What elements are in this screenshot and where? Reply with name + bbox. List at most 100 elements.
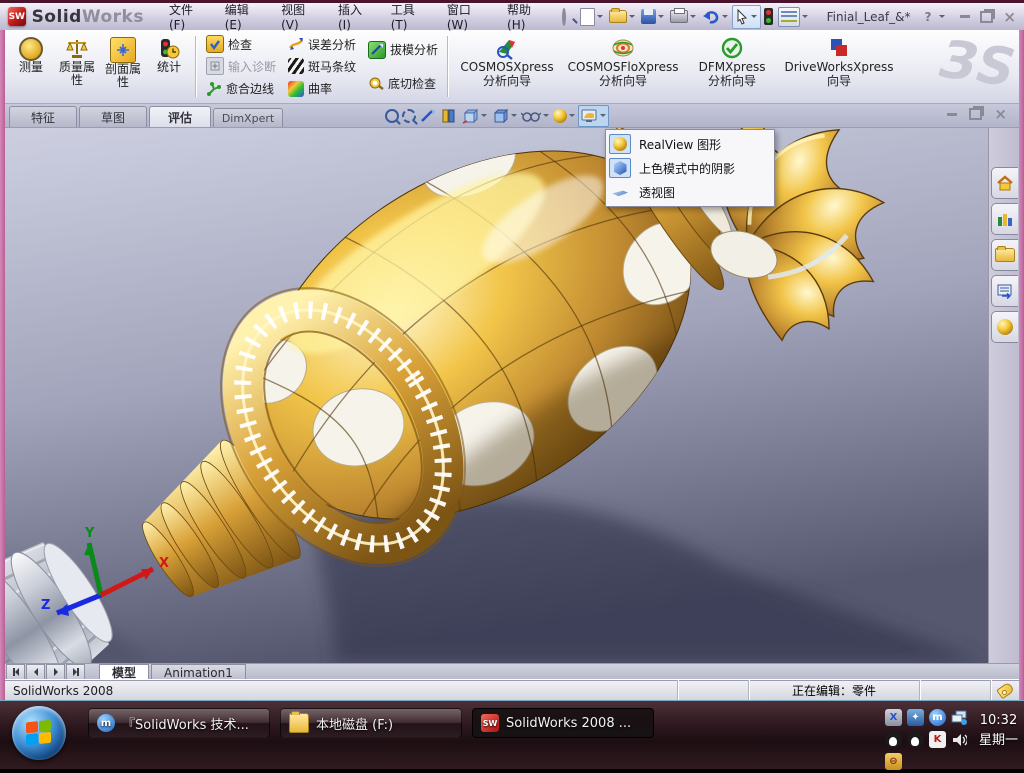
zoom-fit-icon[interactable] <box>384 106 400 126</box>
check-button[interactable]: 检查 <box>202 33 280 55</box>
editing-mode-label: 正在编辑：零件 <box>748 680 919 701</box>
rebuild-icon[interactable] <box>762 6 775 28</box>
doc-minimize-button[interactable] <box>947 113 957 116</box>
resources-home-icon[interactable] <box>991 167 1018 199</box>
status-spacer <box>677 680 748 701</box>
doc-close-button[interactable]: × <box>994 109 1007 119</box>
brand-solid: Solid <box>32 7 82 27</box>
minimize-button[interactable] <box>960 15 970 18</box>
sheet-tab-bar: 模型 Animation1 <box>5 663 1019 680</box>
statistics-icon <box>157 37 181 61</box>
volume-icon[interactable] <box>951 731 968 748</box>
tab-features[interactable]: 特征 <box>9 106 77 127</box>
dfmxpress-button[interactable]: DFMXpress 分析向导 <box>684 32 780 101</box>
last-sheet-button[interactable] <box>66 664 85 680</box>
network-icon[interactable] <box>951 709 968 726</box>
view-previous-icon[interactable] <box>418 106 438 126</box>
section-view-icon[interactable] <box>439 106 459 126</box>
start-button[interactable] <box>12 706 66 760</box>
cosmosxpress-button[interactable]: COSMOSXpress 分析向导 <box>452 32 562 101</box>
zoom-area-icon[interactable] <box>401 106 417 126</box>
maxthon-icon[interactable]: m <box>929 709 946 726</box>
design-library-icon[interactable] <box>991 203 1018 235</box>
realview-appearances-icon[interactable] <box>991 311 1018 343</box>
view-orientation-icon[interactable] <box>460 106 489 126</box>
system-tray: X ✦ m K ⊖ 10:32 星期一 <box>885 705 1018 773</box>
prev-sheet-button[interactable] <box>26 664 45 680</box>
brand-works: Works <box>82 7 144 27</box>
doc-restore-button[interactable] <box>969 108 982 120</box>
menu-help[interactable]: 帮助(H) <box>498 0 554 35</box>
file-explorer-icon[interactable] <box>991 239 1018 271</box>
menu-insert[interactable]: 插入(I) <box>329 0 380 35</box>
xunlei-icon[interactable]: X <box>885 709 902 726</box>
tag-button[interactable] <box>990 680 1019 701</box>
tab-dimxpert[interactable]: DimXpert <box>213 108 283 127</box>
appearances-icon[interactable] <box>552 106 577 126</box>
print-icon[interactable] <box>668 6 699 28</box>
first-sheet-button[interactable] <box>6 664 25 680</box>
menu-item-perspective[interactable]: 透视图 <box>606 180 774 204</box>
help-button[interactable]: ? <box>924 10 931 24</box>
svg-text:X: X <box>159 556 169 571</box>
menu-view[interactable]: 视图(V) <box>272 0 327 35</box>
taskbar-solidworks-button[interactable]: SW SolidWorks 2008 ... <box>472 708 654 738</box>
zebra-stripes-button[interactable]: 斑马条纹 <box>284 55 360 77</box>
section-properties-button[interactable]: 剖面属性 <box>100 32 146 101</box>
statistics-button[interactable]: 统计 <box>146 32 192 101</box>
solidworks-task-icon: SW <box>481 714 499 732</box>
deviation-analysis-button[interactable]: 误差分析 <box>284 33 360 55</box>
menu-file[interactable]: 文件(F) <box>160 0 214 35</box>
options-icon[interactable] <box>776 6 811 28</box>
solidworks-logo-icon: SW <box>8 7 26 26</box>
menu-edit[interactable]: 编辑(E) <box>216 0 270 35</box>
save-icon[interactable] <box>639 6 667 28</box>
menu-item-shadows-in-shaded-mode[interactable]: 上色模式中的阴影 <box>606 156 774 180</box>
graphics-viewport[interactable]: Y X Z RealView 图形 上色模式中的阴影 透视图 <box>5 127 988 663</box>
mass-properties-icon <box>65 37 89 61</box>
scanner-icon[interactable]: ⊖ <box>885 753 902 770</box>
undo-icon[interactable] <box>700 6 731 28</box>
messenger-icon[interactable]: ✦ <box>907 709 924 726</box>
import-diagnostics-button[interactable]: 输入诊断 <box>202 55 280 77</box>
qq2-icon[interactable] <box>907 731 924 748</box>
driveworksxpress-button[interactable]: DriveWorksXpress 向导 <box>780 32 898 101</box>
new-document-icon[interactable] <box>578 6 606 28</box>
tab-model[interactable]: 模型 <box>99 664 149 680</box>
open-icon[interactable] <box>607 6 638 28</box>
cosmosfloxpress-button[interactable]: COSMOSFloXpress 分析向导 <box>562 32 684 101</box>
search-icon[interactable] <box>562 10 566 24</box>
svg-text:Y: Y <box>84 526 95 541</box>
draft-analysis-icon <box>368 41 386 59</box>
taskbar-local-disk-button[interactable]: 本地磁盘 (F:) <box>280 708 462 738</box>
custom-properties-icon[interactable] <box>991 275 1018 307</box>
title-bar: SW SolidWorks 文件(F) 编辑(E) 视图(V) 插入(I) 工具… <box>0 0 1024 30</box>
tab-evaluate[interactable]: 评估 <box>149 106 211 127</box>
dassault-watermark-icon: ЗS <box>936 29 1014 102</box>
qq-icon[interactable] <box>885 731 902 748</box>
heal-edges-button[interactable]: 愈合边线 <box>202 78 280 100</box>
tab-sketch[interactable]: 草图 <box>79 106 147 127</box>
undercut-check-button[interactable]: 底切检查 <box>364 72 442 94</box>
restore-button[interactable] <box>980 11 993 23</box>
tray-clock[interactable]: 10:32 星期一 <box>979 711 1018 751</box>
draft-analysis-button[interactable]: 拔模分析 <box>364 39 442 61</box>
tab-animation1[interactable]: Animation1 <box>151 664 246 680</box>
close-button[interactable]: × <box>1003 12 1016 22</box>
clock-day: 星期一 <box>979 731 1018 751</box>
mass-properties-button[interactable]: 质量属性 <box>54 32 100 101</box>
select-cursor-icon[interactable] <box>732 5 761 29</box>
measure-button[interactable]: 测量 <box>8 32 54 101</box>
menu-window[interactable]: 窗口(W) <box>438 0 496 35</box>
menu-item-realview[interactable]: RealView 图形 <box>606 132 774 156</box>
help-caret-icon[interactable] <box>939 15 945 21</box>
display-style-icon[interactable] <box>490 106 519 126</box>
curvature-button[interactable]: 曲率 <box>284 78 360 100</box>
kaspersky-icon[interactable]: K <box>929 731 946 748</box>
taskbar-browser-button[interactable]: m 『SolidWorks 技术... <box>88 708 270 738</box>
view-settings-icon[interactable] <box>578 105 609 127</box>
menu-tools[interactable]: 工具(T) <box>382 0 436 35</box>
next-sheet-button[interactable] <box>46 664 65 680</box>
hide-show-icon[interactable] <box>520 106 551 126</box>
taskbar-buttons: m 『SolidWorks 技术... 本地磁盘 (F:) SW SolidWo… <box>88 708 654 738</box>
